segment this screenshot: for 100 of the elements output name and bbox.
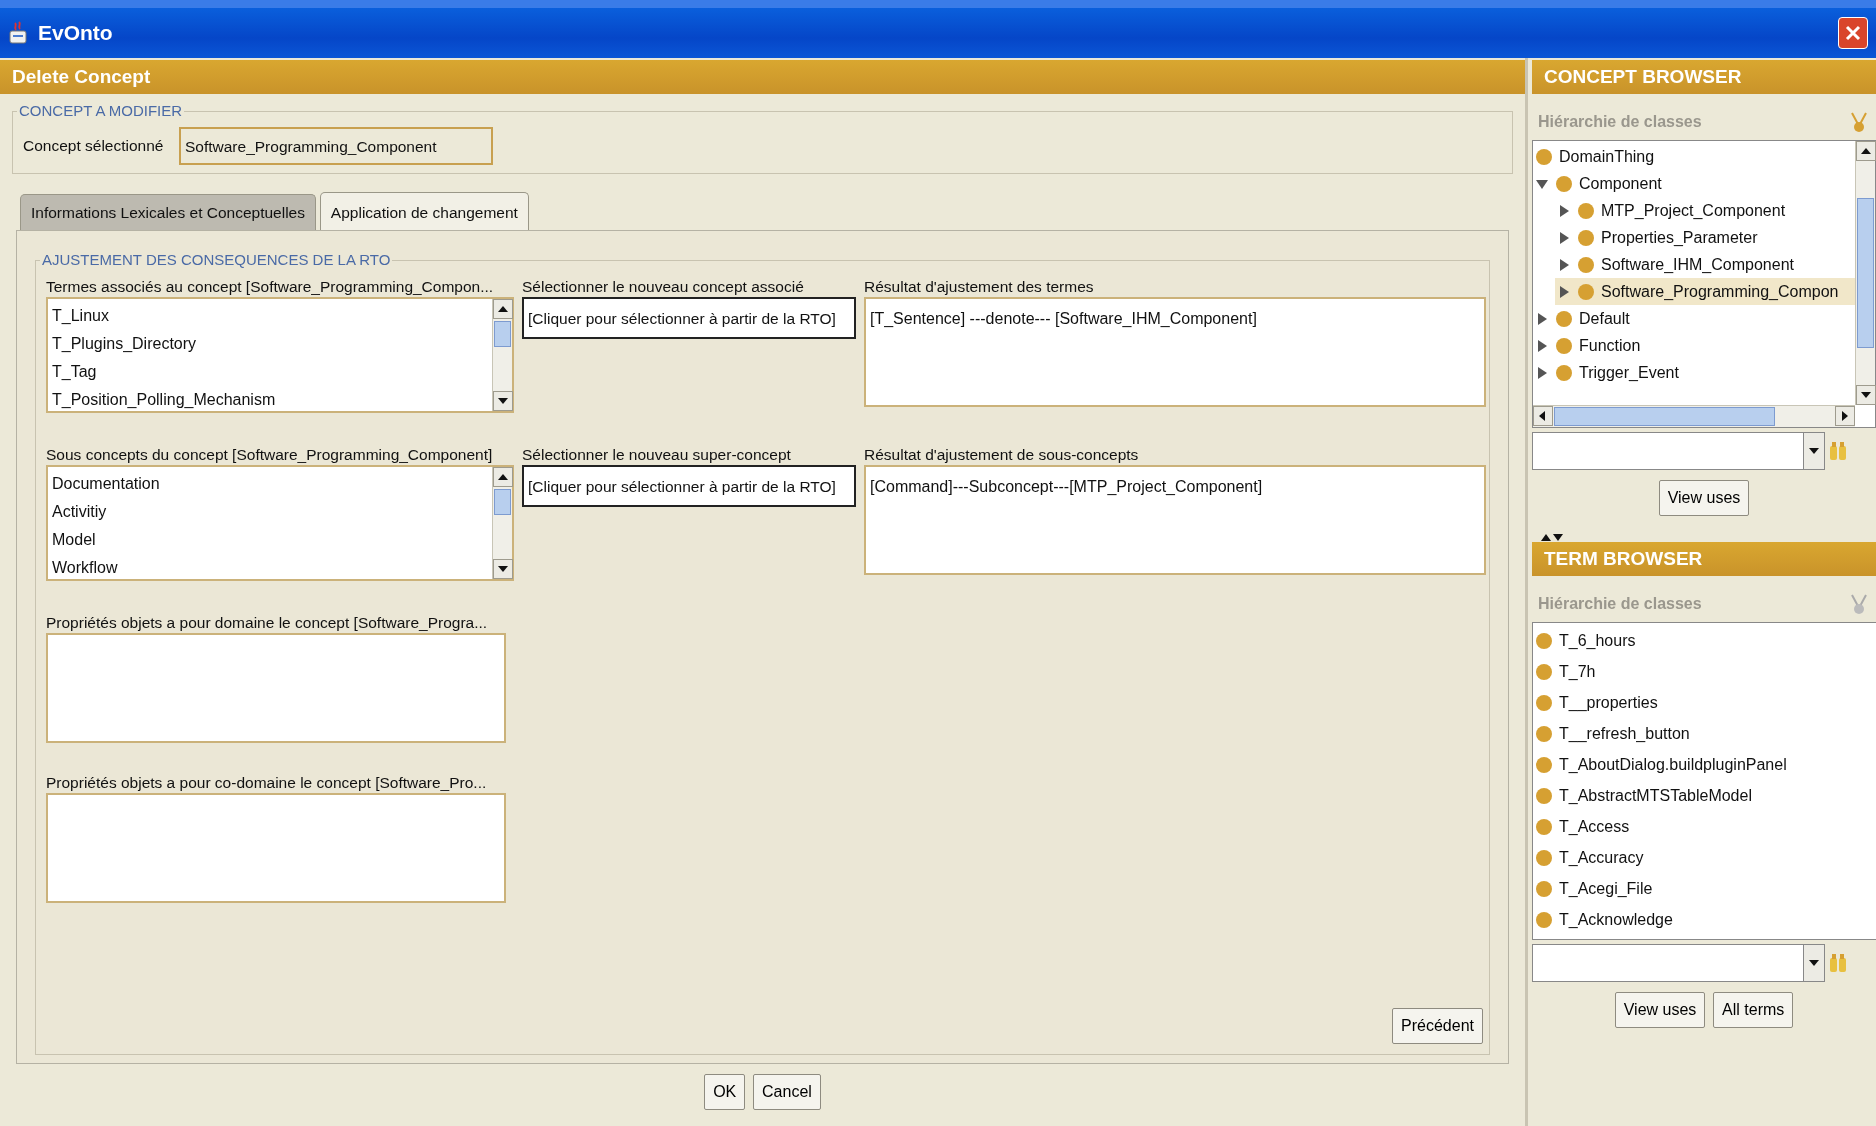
list-item[interactable]: Workflow bbox=[48, 553, 492, 580]
dialog-button[interactable]: OK bbox=[704, 1073, 746, 1110]
class-icon bbox=[1577, 255, 1595, 274]
scroll-right-button[interactable] bbox=[1835, 406, 1855, 426]
tree-item[interactable]: Software_Programming_Compon bbox=[1555, 278, 1855, 305]
tab[interactable]: Application de changement bbox=[319, 191, 529, 230]
result-box: [T_Sentence] ---denote--- [Software_IHM_Component] bbox=[864, 297, 1486, 408]
list-label: Sous concepts du concept [Software_Programming_Component] bbox=[46, 445, 494, 466]
list-box[interactable]: Documentation Activitiy Model Workflow bbox=[46, 465, 514, 582]
scroll-up-button[interactable] bbox=[493, 299, 513, 320]
binoculars-icon bbox=[1829, 952, 1847, 974]
tab[interactable]: Informations Lexicales et Conceptuelles bbox=[20, 193, 316, 230]
tree-item[interactable]: MTP_Project_Component bbox=[1555, 197, 1855, 224]
class-icon bbox=[1555, 363, 1573, 382]
expand-arrow-icon[interactable] bbox=[1535, 311, 1549, 326]
tree-item[interactable]: T_6_hours bbox=[1533, 625, 1876, 656]
tree-item[interactable]: Component bbox=[1533, 170, 1855, 197]
tree-item[interactable]: Function bbox=[1533, 332, 1855, 359]
tree-item[interactable]: T__properties bbox=[1533, 687, 1876, 718]
class-icon bbox=[1535, 693, 1553, 712]
list-item[interactable]: T_Tag bbox=[48, 357, 492, 386]
list-label: Termes associés au concept [Software_Programming_Compon... bbox=[46, 277, 495, 298]
list-item[interactable]: T_Plugins_Directory bbox=[48, 329, 492, 358]
class-icon bbox=[1535, 631, 1553, 650]
group-legend: AJUSTEMENT DES CONSEQUENCES DE LA RTO bbox=[40, 248, 393, 272]
result-box: [Command]---Subconcept---[MTP_Project_Component] bbox=[864, 465, 1486, 576]
list-item[interactable]: Model bbox=[48, 525, 492, 554]
list-item[interactable]: Activitiy bbox=[48, 497, 492, 526]
scrollbar[interactable] bbox=[492, 299, 512, 412]
browser-header: CONCEPT BROWSER bbox=[1532, 60, 1876, 94]
tree-item[interactable]: T_Accuracy bbox=[1533, 842, 1876, 873]
list-item[interactable]: T_Position_Polling_Mechanism bbox=[48, 385, 492, 412]
select-field[interactable]: [Cliquer pour sélectionner à partir de la RTO] bbox=[522, 297, 856, 340]
list-item[interactable]: T_Linux bbox=[48, 301, 492, 330]
tree-item[interactable]: Default bbox=[1533, 305, 1855, 332]
concept-field[interactable]: Software_Programming_Component bbox=[178, 126, 493, 165]
list-box[interactable]: T_Linux T_Plugins_Directory T_Tag T_Position_Polling_Mechanism bbox=[46, 297, 514, 414]
scroll-up-button[interactable] bbox=[493, 467, 513, 488]
search-combo-field[interactable] bbox=[1532, 944, 1804, 982]
class-icon bbox=[1535, 724, 1553, 743]
panel-header: Delete Concept bbox=[0, 60, 1525, 94]
field-label: Résultat d'ajustement des termes bbox=[864, 277, 1095, 298]
close-button[interactable] bbox=[1838, 17, 1868, 49]
expand-arrow-icon[interactable] bbox=[1535, 338, 1549, 353]
scrollbar[interactable] bbox=[492, 467, 512, 580]
class-icon bbox=[1535, 848, 1553, 867]
expand-arrow-icon[interactable] bbox=[1535, 365, 1549, 380]
scrollbar[interactable] bbox=[1533, 405, 1855, 427]
tree-item[interactable]: T_AboutDialog.buildpluginPanel bbox=[1533, 749, 1876, 780]
class-icon bbox=[1535, 147, 1553, 166]
scroll-thumb[interactable] bbox=[1554, 407, 1775, 426]
scroll-left-button[interactable] bbox=[1533, 406, 1553, 426]
scroll-up-button[interactable] bbox=[1856, 141, 1876, 161]
class-icon bbox=[1535, 755, 1553, 774]
expand-arrow-icon[interactable] bbox=[1557, 257, 1571, 272]
binoculars-icon bbox=[1829, 440, 1847, 462]
scroll-down-button[interactable] bbox=[493, 391, 513, 412]
scroll-thumb[interactable] bbox=[494, 321, 511, 348]
tree-item[interactable]: Software_IHM_Component bbox=[1555, 251, 1855, 278]
view-button[interactable]: View uses bbox=[1658, 480, 1750, 516]
scroll-down-button[interactable] bbox=[493, 559, 513, 580]
tree-item[interactable]: T_AbstractMTSTableModel bbox=[1533, 780, 1876, 811]
tree-item[interactable]: T__refresh_button bbox=[1533, 718, 1876, 749]
search-combo-field[interactable] bbox=[1532, 432, 1804, 470]
tree-item[interactable]: DomainThing bbox=[1533, 143, 1855, 170]
close-icon bbox=[1845, 25, 1861, 41]
scrollbar[interactable] bbox=[1855, 141, 1875, 405]
field-label: Résultat d'ajustement de sous-concepts bbox=[864, 445, 1140, 466]
field-label: Concept sélectionné bbox=[23, 135, 164, 156]
class-icon bbox=[1577, 228, 1595, 247]
tree-item[interactable]: Trigger_Event bbox=[1533, 359, 1855, 386]
class-icon bbox=[1535, 817, 1553, 836]
dropdown-button[interactable] bbox=[1803, 944, 1825, 982]
previous-button[interactable]: Précédent bbox=[1392, 1007, 1483, 1044]
view-button[interactable]: All terms bbox=[1713, 992, 1794, 1028]
class-icon bbox=[1555, 336, 1573, 355]
section-title: Hiérarchie de classes bbox=[1538, 594, 1702, 614]
caret-icon bbox=[1808, 959, 1820, 967]
list-label: Propriétés objets a pour domaine le concept [Software_Progra... bbox=[46, 613, 489, 634]
hierarchy-icon bbox=[1848, 110, 1870, 134]
expand-arrow-icon[interactable] bbox=[1557, 203, 1571, 218]
tree-item[interactable]: T_Acegi_File bbox=[1533, 873, 1876, 904]
scroll-thumb[interactable] bbox=[1857, 198, 1874, 348]
section-title: Hiérarchie de classes bbox=[1538, 112, 1702, 132]
dropdown-button[interactable] bbox=[1803, 432, 1825, 470]
scroll-thumb[interactable] bbox=[494, 489, 511, 516]
dialog-button[interactable]: Cancel bbox=[753, 1073, 821, 1110]
view-button[interactable]: View uses bbox=[1614, 992, 1706, 1028]
class-icon bbox=[1535, 910, 1553, 929]
expand-arrow-icon[interactable] bbox=[1557, 284, 1571, 299]
tree-item[interactable]: T_Acknowledge bbox=[1533, 904, 1876, 935]
list-label: Propriétés objets a pour co-domaine le concept [Software_Pro... bbox=[46, 773, 488, 794]
list-item[interactable]: Documentation bbox=[48, 469, 492, 498]
tree-item[interactable]: Properties_Parameter bbox=[1555, 224, 1855, 251]
scroll-down-button[interactable] bbox=[1856, 385, 1876, 405]
select-field[interactable]: [Cliquer pour sélectionner à partir de la RTO] bbox=[522, 465, 856, 508]
tree-item[interactable]: T_Access bbox=[1533, 811, 1876, 842]
tree-item[interactable]: T_7h bbox=[1533, 656, 1876, 687]
class-icon bbox=[1535, 879, 1553, 898]
expand-arrow-icon[interactable] bbox=[1557, 230, 1571, 245]
